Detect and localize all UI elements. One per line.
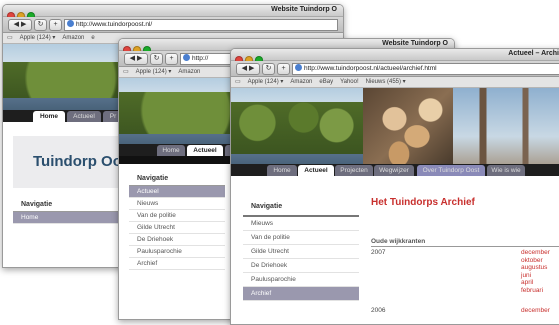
back-forward-buttons[interactable]: ◀ ▶ <box>124 53 148 65</box>
url-text: http://www.tuindorpoost.nl/actueel/archi… <box>304 65 437 72</box>
archive-year-row: 2007 december oktober augustus juni apri… <box>371 249 559 307</box>
address-bar[interactable]: http://www.tuindorpoost.nl/actueel/archi… <box>292 63 559 75</box>
sidebar-item-paulusparochie[interactable]: Paulusparochie <box>243 273 359 287</box>
month-link[interactable]: februari <box>521 287 550 295</box>
globe-icon <box>67 20 74 27</box>
window-title: Website Tuindorp O <box>382 40 448 47</box>
url-text: http://www.tuindorpoost.nl/ <box>76 21 153 28</box>
bookmark-item[interactable]: Apple (124) ▾ <box>248 79 284 85</box>
address-bar[interactable]: http://www.tuindorpoost.nl/ <box>64 19 338 31</box>
sidebar-item-archief[interactable]: Archief <box>129 258 225 270</box>
back-forward-buttons[interactable]: ◀ ▶ <box>236 63 260 75</box>
year-label: 2007 <box>371 249 386 256</box>
bookmark-item[interactable]: Yahoo! <box>340 79 359 85</box>
book-icon[interactable]: ▭ <box>123 69 129 75</box>
add-bookmark-button[interactable]: + <box>277 63 290 75</box>
month-link[interactable]: oktober <box>521 257 550 265</box>
reload-button[interactable]: ↻ <box>150 53 163 65</box>
tab-over-tuindorp-oost[interactable]: Over Tuindorp Oost <box>417 165 485 176</box>
sidebar-item-gilde[interactable]: Gilde Utrecht <box>129 222 225 234</box>
bookmark-item[interactable]: eBay <box>319 79 333 85</box>
bookmark-item[interactable]: Apple (124) ▾ <box>136 69 172 75</box>
tab-home[interactable]: Home <box>157 145 185 156</box>
month-link[interactable]: april <box>521 279 550 287</box>
header-photo: Home Actueel Projecten Wegwijzer Over Tu… <box>231 88 559 176</box>
title-bar: Actueel – Archi <box>231 49 559 64</box>
year-label: 2006 <box>371 307 386 314</box>
url-text: http:// <box>192 55 209 62</box>
bookmark-item[interactable]: Nieuws (455) ▾ <box>366 79 406 85</box>
window-title: Website Tuindorp O <box>271 6 337 13</box>
reload-button[interactable]: ↻ <box>34 19 47 31</box>
month-link[interactable]: juni <box>521 272 550 280</box>
nav-heading: Navigatie <box>243 195 359 217</box>
header-photo-mushrooms <box>363 88 453 176</box>
toolbar: ◀ ▶ ↻ + http://www.tuindorpoost.nl/actue… <box>231 61 559 77</box>
tab-home[interactable]: Home <box>267 165 297 176</box>
title-bar: Website Tuindorp O <box>3 5 343 20</box>
sidebar: Navigatie Mieuws Van de politie Gilde Ut… <box>243 195 359 301</box>
month-link[interactable]: december <box>521 307 550 314</box>
month-list: december oktober augustus juni april feb… <box>521 249 550 294</box>
sidebar-item-nieuws[interactable]: Nieuws <box>129 198 225 210</box>
bookmark-item[interactable]: e <box>91 35 94 41</box>
header-photo-park <box>231 88 363 176</box>
tab-wegwijzer[interactable]: Wegwijzer <box>374 165 414 176</box>
tab-wie-is-wie[interactable]: Wie is wie <box>487 165 525 176</box>
sidebar-item-politie[interactable]: Van de politie <box>129 210 225 222</box>
sidebar-item-archief[interactable]: Archief <box>243 287 359 301</box>
add-bookmark-button[interactable]: + <box>49 19 62 31</box>
window-title: Actueel – Archi <box>508 50 559 57</box>
bookmark-item[interactable]: Amazon <box>62 35 84 41</box>
globe-icon <box>183 54 190 61</box>
tab-projecten[interactable]: Projecten <box>335 165 373 176</box>
add-bookmark-button[interactable]: + <box>165 53 178 65</box>
book-icon[interactable]: ▭ <box>7 35 13 41</box>
month-link[interactable]: augustus <box>521 264 550 272</box>
sidebar-item-actueel[interactable]: Actueel <box>129 186 225 198</box>
sidebar-item-nieuws[interactable]: Mieuws <box>243 217 359 231</box>
sidebar-item-driehoek[interactable]: De Driehoek <box>243 259 359 273</box>
bookmark-item[interactable]: Amazon <box>178 69 200 75</box>
bookmark-item[interactable]: Amazon <box>290 79 312 85</box>
browser-window-front: Actueel – Archi ◀ ▶ ↻ + http://www.tuind… <box>230 48 559 325</box>
book-icon[interactable]: ▭ <box>235 79 241 85</box>
page-title: Het Tuindorps Archief <box>371 197 475 208</box>
tab-actueel[interactable]: Actueel <box>187 145 223 156</box>
bookmark-item[interactable]: Apple (124) ▾ <box>20 35 56 41</box>
sidebar-item-gilde[interactable]: Gilde Utrecht <box>243 245 359 259</box>
toolbar: ◀ ▶ ↻ + http://www.tuindorpoost.nl/ <box>3 17 343 33</box>
tab-actueel[interactable]: Actueel <box>67 111 101 122</box>
tab-home[interactable]: Home <box>33 111 65 122</box>
reload-button[interactable]: ↻ <box>262 63 275 75</box>
tab-actueel[interactable]: Actueel <box>298 165 334 176</box>
archive-year-row: 2006 december <box>371 307 559 319</box>
bookmarks-bar: ▭ Apple (124) ▾ Amazon eBay Yahoo! Nieuws (45… <box>231 77 559 88</box>
main-content: Het Tuindorps Archief Oude wijkkranten 2… <box>371 197 559 319</box>
section-heading: Oude wijkkranten <box>371 238 559 247</box>
month-link[interactable]: december <box>521 249 550 257</box>
globe-icon <box>295 64 302 71</box>
sidebar-item-paulusparochie[interactable]: Paulusparochie <box>129 246 225 258</box>
header-photo-trees <box>453 88 559 176</box>
sidebar-item-driehoek[interactable]: De Driehoek <box>129 234 225 246</box>
back-forward-buttons[interactable]: ◀ ▶ <box>8 19 32 31</box>
nav-heading: Navigatie <box>129 172 225 186</box>
sidebar-item-politie[interactable]: Van de politie <box>243 231 359 245</box>
